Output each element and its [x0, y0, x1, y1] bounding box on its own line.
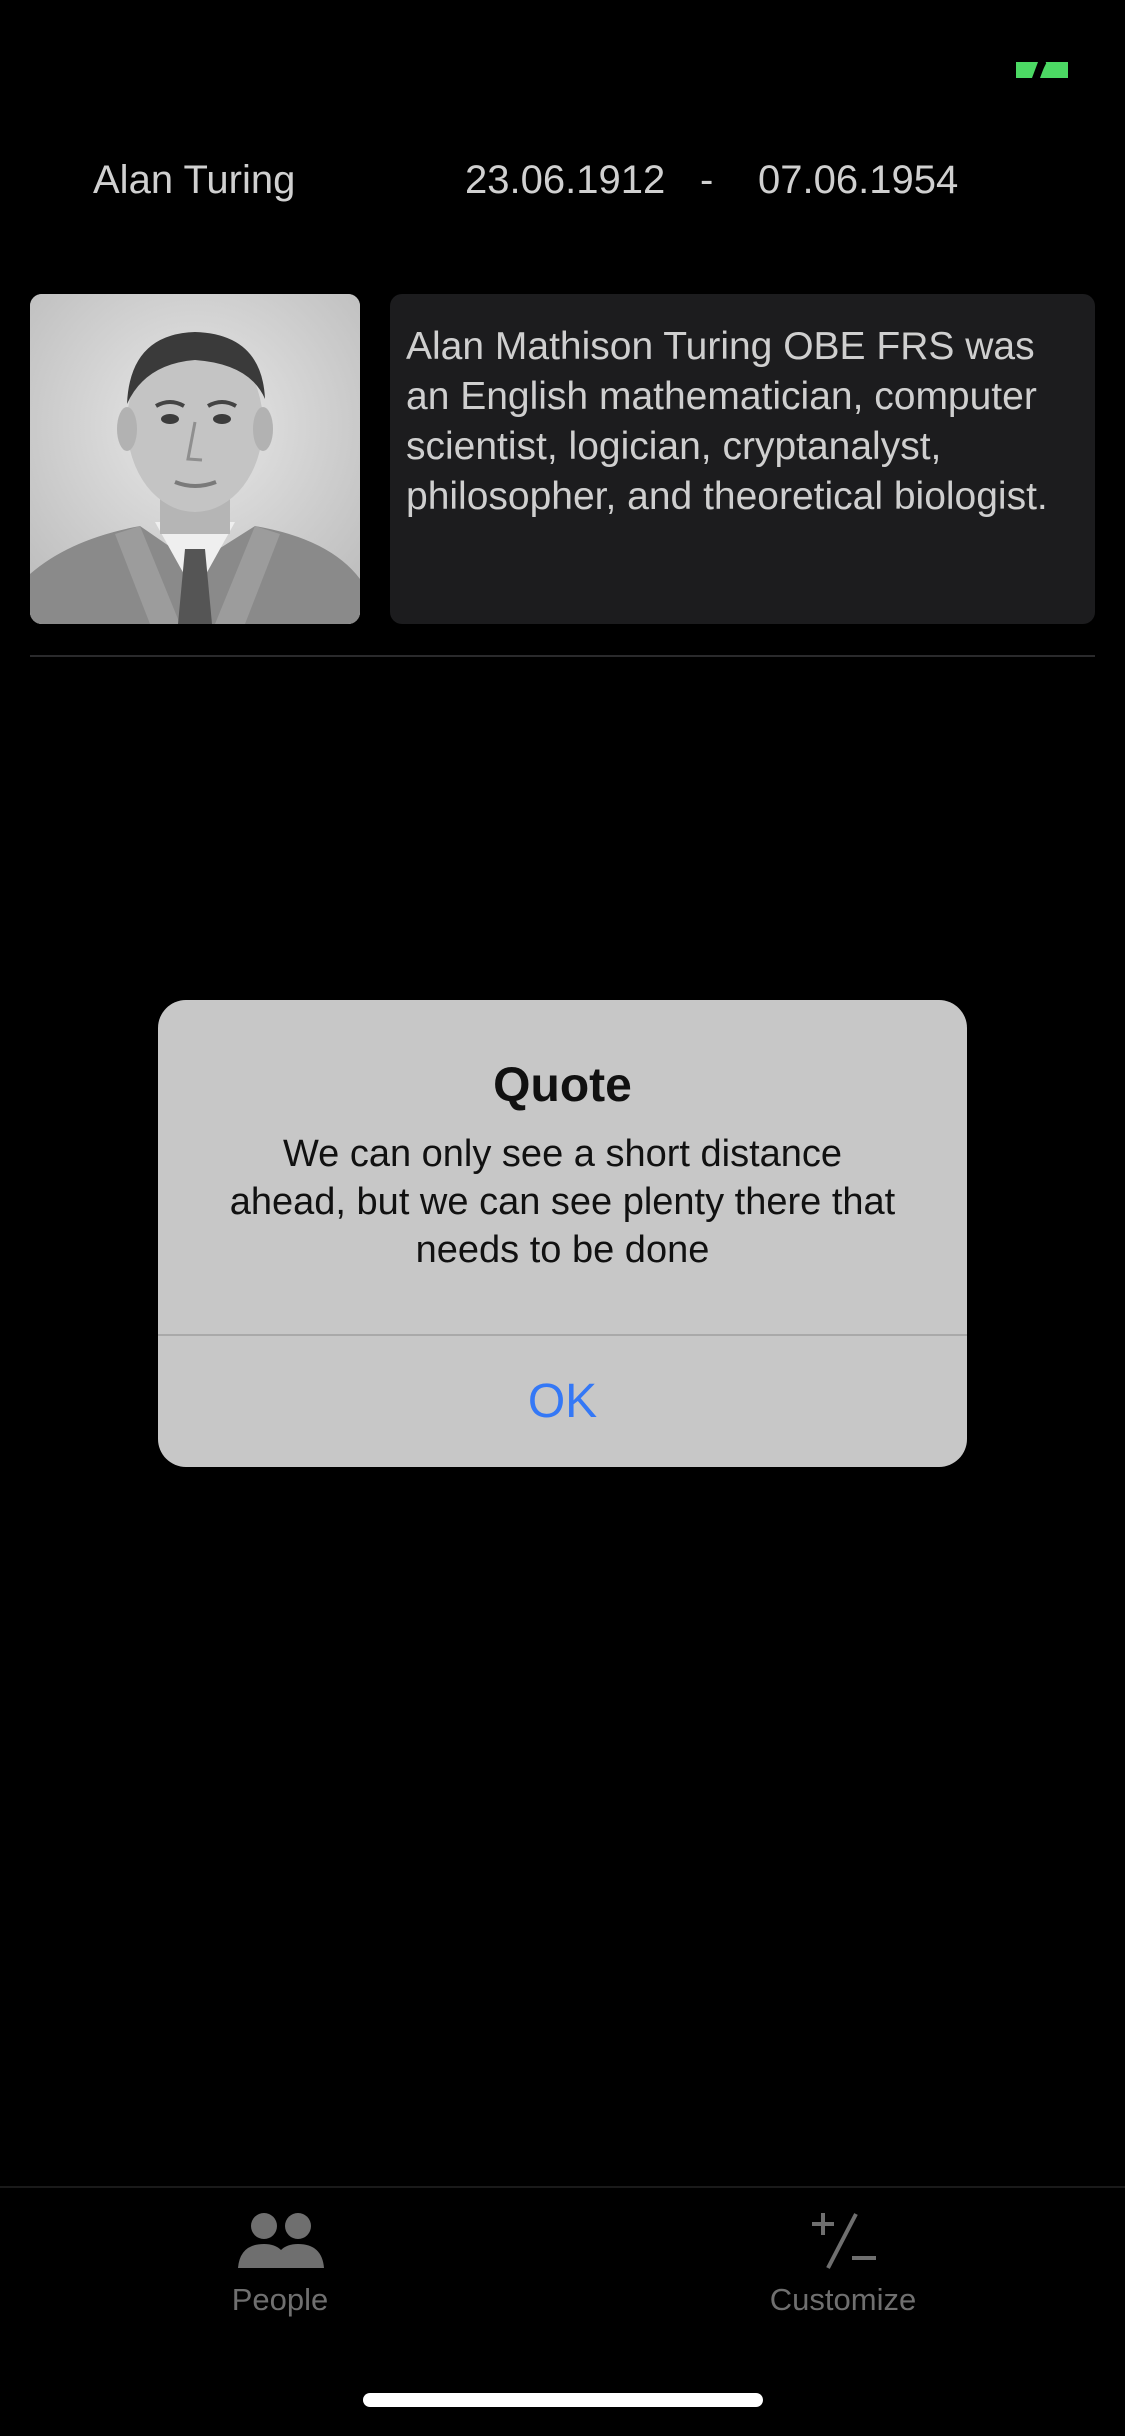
- death-date: 07.06.1954: [758, 158, 959, 202]
- person-name: Alan Turing: [93, 158, 296, 202]
- tab-customize-label: Customize: [769, 2282, 917, 2317]
- home-indicator[interactable]: [363, 2393, 763, 2407]
- status-indicator-icon: [1016, 60, 1068, 80]
- alert-title: Quote: [493, 1059, 632, 1112]
- person-photo: [30, 294, 360, 624]
- quote-alert-dialog: Quote We can only see a short distance a…: [158, 1000, 967, 1467]
- date-separator: -: [700, 158, 714, 202]
- people-icon: [238, 2213, 324, 2268]
- bio-text: Alan Mathison Turing OBE FRS was an Engl…: [406, 325, 1048, 518]
- bio-card: Alan Mathison Turing OBE FRS was an Engl…: [390, 294, 1095, 624]
- alert-message: We can only see a short distance ahead, …: [229, 1133, 896, 1271]
- portrait-image: [30, 294, 360, 624]
- tab-people[interactable]: People: [130, 2210, 430, 2340]
- tab-customize[interactable]: Customize: [693, 2210, 993, 2340]
- tab-people-label: People: [231, 2282, 329, 2317]
- birth-date: 23.06.1912: [465, 158, 666, 202]
- screen: Alan Turing 23.06.1912 - 07.06.1954 Alan…: [0, 0, 1125, 2436]
- section-divider: [30, 655, 1095, 657]
- ok-button[interactable]: OK: [158, 1336, 967, 1467]
- plus-minus-icon: [812, 2213, 876, 2269]
- tabbar-divider: [0, 2186, 1125, 2188]
